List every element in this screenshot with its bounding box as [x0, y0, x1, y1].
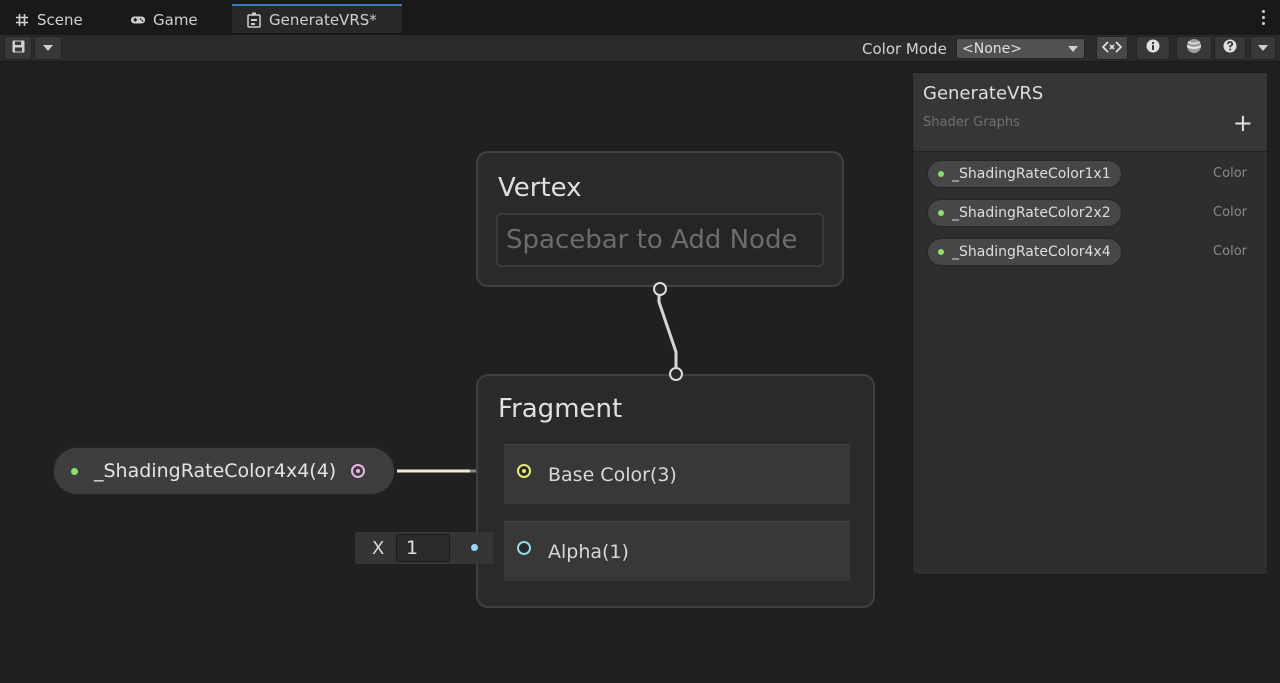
options-dropdown[interactable] [1250, 36, 1276, 60]
shading-rate-4x4-property-node[interactable]: _ShadingRateColor4x4(4) [53, 447, 395, 495]
blackboard-title: GenerateVRS [923, 83, 1044, 104]
shader-graph-icon [246, 12, 262, 28]
info-icon [1146, 39, 1160, 57]
help-button[interactable] [1214, 36, 1246, 60]
chevron-down-icon [1258, 45, 1268, 51]
slot-label: Base Color(3) [548, 463, 677, 486]
tab-game[interactable]: Game [130, 4, 198, 35]
blackboard-header: GenerateVRS Shader Graphs + [913, 73, 1267, 152]
property-status-dot [938, 249, 944, 255]
color-mode-select[interactable]: <None> [956, 38, 1085, 59]
blackboard-property-row[interactable]: _ShadingRateColor2x2 [927, 199, 1122, 227]
alpha-default-value-field: X 1 [355, 532, 493, 564]
chevron-down-icon [43, 45, 53, 51]
blackboard-subtitle: Shader Graphs [923, 115, 1020, 130]
base-color-slot[interactable]: Base Color(3) [504, 444, 850, 504]
color-mode-value: <None> [962, 40, 1022, 57]
main-preview-icon [1185, 38, 1203, 58]
property-status-dot [71, 468, 78, 475]
vertex-output-port[interactable] [653, 282, 667, 296]
base-color-input-port[interactable] [517, 464, 531, 478]
code-preview-button[interactable] [1096, 36, 1128, 60]
chevron-down-icon [1068, 46, 1078, 52]
tab-scene[interactable]: Scene [14, 4, 83, 35]
property-name: _ShadingRateColor1x1 [952, 166, 1111, 182]
color-mode-label: Color Mode [862, 40, 947, 58]
gamepad-icon [130, 12, 146, 28]
fragment-context-node[interactable]: Fragment Base Color(3) Alpha(1) [476, 374, 875, 608]
tab-generatevrs[interactable]: GenerateVRS* [232, 4, 402, 33]
fragment-node-title: Fragment [498, 394, 623, 424]
property-type: Color [1213, 166, 1247, 181]
axis-label: X [372, 538, 385, 559]
tab-bar: Scene Game GenerateVRS* [0, 0, 1280, 35]
vertex-context-node[interactable]: Vertex Spacebar to Add Node [476, 151, 844, 287]
alpha-slot[interactable]: Alpha(1) [504, 521, 850, 581]
blackboard-panel: GenerateVRS Shader Graphs + _ShadingRate… [912, 72, 1268, 575]
vertex-fragment-flow-wire [657, 289, 678, 367]
alpha-input-port[interactable] [517, 541, 531, 555]
tab-label: Game [153, 10, 198, 29]
toolbar: Color Mode <None> [0, 35, 1280, 62]
property-status-dot [938, 210, 944, 216]
help-icon [1223, 39, 1237, 57]
add-node-placeholder[interactable]: Spacebar to Add Node [496, 213, 824, 267]
save-options-dropdown[interactable] [34, 36, 62, 60]
property-output-port[interactable] [351, 464, 365, 478]
property-name: _ShadingRateColor2x2 [952, 205, 1111, 221]
code-preview-icon [1101, 39, 1123, 57]
add-property-button[interactable]: + [1233, 111, 1253, 135]
alpha-value-input[interactable]: 1 [396, 534, 450, 562]
property-name: _ShadingRateColor4x4 [952, 244, 1111, 260]
blackboard-property-row[interactable]: _ShadingRateColor4x4 [927, 238, 1122, 266]
save-icon [12, 39, 25, 57]
save-button[interactable] [4, 36, 32, 60]
tab-label: Scene [37, 10, 83, 29]
property-node-label: _ShadingRateColor4x4(4) [94, 460, 337, 482]
property-status-dot [938, 171, 944, 177]
main-preview-button[interactable] [1176, 36, 1212, 60]
slot-label: Alpha(1) [548, 540, 629, 563]
tab-label: GenerateVRS* [269, 10, 377, 29]
graph-canvas[interactable]: Vertex Spacebar to Add Node Fragment Bas… [0, 62, 1280, 683]
more-options-icon[interactable] [1262, 10, 1266, 25]
grid-icon [14, 12, 30, 28]
graph-inspector-button[interactable] [1136, 36, 1170, 60]
fragment-input-port[interactable] [669, 367, 683, 381]
property-type: Color [1213, 205, 1247, 220]
property-type: Color [1213, 244, 1247, 259]
alpha-input-dot [471, 544, 478, 551]
vertex-node-title: Vertex [498, 173, 582, 203]
blackboard-property-row[interactable]: _ShadingRateColor1x1 [927, 160, 1122, 188]
